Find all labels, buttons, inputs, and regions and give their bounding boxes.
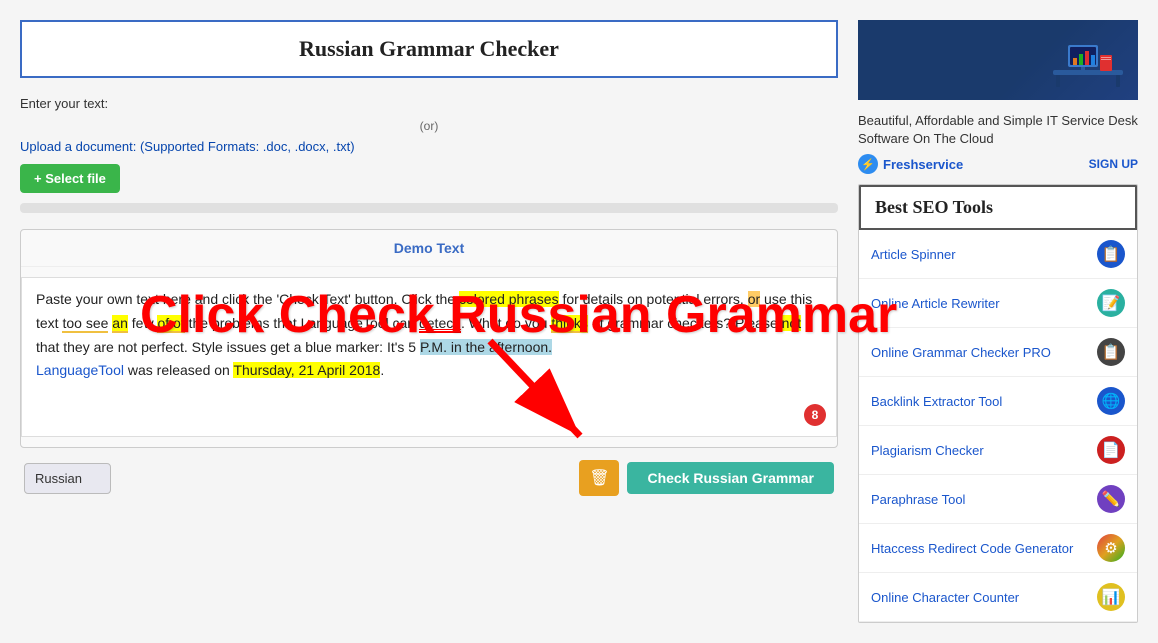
demo-highlighted-4: an — [112, 315, 128, 333]
seo-icon-3: 🌐 — [1097, 387, 1125, 415]
bottom-buttons: 🗑 Check Russian Grammar — [579, 460, 834, 496]
upload-row: Upload a document: (Supported Formats: .… — [20, 139, 838, 154]
brand-icon: ⚡ — [858, 154, 878, 174]
title-box: Russian Grammar Checker — [20, 20, 838, 78]
seo-link-6[interactable]: Htaccess Redirect Code Generator — [871, 541, 1097, 556]
demo-highlighted-8: not — [782, 315, 801, 331]
demo-text-line2: for details on potential errors. — [559, 291, 748, 307]
demo-highlighted-3: too see — [62, 315, 108, 333]
language-selector-wrapper: Russian — [24, 463, 111, 494]
demo-text-period: . — [380, 362, 384, 378]
seo-list-item[interactable]: Backlink Extractor Tool🌐 — [859, 377, 1137, 426]
seo-list-item[interactable]: Plagiarism Checker📄 — [859, 426, 1137, 475]
demo-highlighted-2: or — [748, 291, 760, 307]
progress-bar — [20, 203, 838, 213]
demo-highlighted-1: colored phrases — [459, 291, 559, 307]
seo-link-3[interactable]: Backlink Extractor Tool — [871, 394, 1097, 409]
bottom-bar: Russian 🗑 Check Russian Grammar — [20, 460, 838, 496]
seo-list-item[interactable]: Online Character Counter📊 — [859, 573, 1137, 622]
ad-title: Beautiful, Affordable and Simple IT Serv… — [858, 112, 1138, 148]
seo-icon-4: 📄 — [1097, 436, 1125, 464]
demo-highlighted-7: thinks — [551, 315, 588, 333]
seo-list-item[interactable]: Article Spinner📋 — [859, 230, 1137, 279]
demo-highlighted-9: P.M. in the afternoon. — [420, 339, 552, 355]
seo-icon-0: 📋 — [1097, 240, 1125, 268]
seo-link-7[interactable]: Online Character Counter — [871, 590, 1097, 605]
ad-brand: ⚡ Freshservice — [858, 154, 963, 174]
demo-highlighted-10: Thursday, 21 April 2018 — [233, 362, 380, 378]
demo-text-body[interactable]: Paste your own text here and click the '… — [21, 277, 837, 437]
seo-icon-7: 📊 — [1097, 583, 1125, 611]
or-label: (or) — [20, 119, 838, 133]
demo-text-line5: few — [128, 315, 158, 331]
seo-icon-1: 📝 — [1097, 289, 1125, 317]
demo-text-released: was released on — [124, 362, 233, 378]
demo-text-line8: . What do you — [461, 315, 551, 331]
trash-icon: 🗑 — [589, 468, 609, 488]
brand-name: Freshservice — [883, 157, 963, 172]
select-file-button[interactable]: + Select file — [20, 164, 120, 193]
error-badge: 8 — [804, 404, 826, 426]
language-select[interactable]: Russian — [24, 463, 111, 494]
seo-list-item[interactable]: Online Article Rewriter📝 — [859, 279, 1137, 328]
demo-text-line6: the prob — [185, 315, 240, 331]
demo-text-header: Demo Text — [21, 230, 837, 267]
ad-text-block: Beautiful, Affordable and Simple IT Serv… — [858, 106, 1138, 184]
check-grammar-button[interactable]: Check Russian Grammar — [627, 462, 834, 494]
demo-highlighted-5: of of — [157, 315, 184, 333]
seo-link-2[interactable]: Online Grammar Checker PRO — [871, 345, 1097, 360]
demo-text-languagetool: LanguageTool — [36, 362, 124, 378]
demo-highlighted-6: detecd — [419, 315, 461, 333]
demo-text-section: Demo Text Paste your own text here and c… — [20, 229, 838, 448]
seo-header: Best SEO Tools — [859, 185, 1137, 230]
seo-link-4[interactable]: Plagiarism Checker — [871, 443, 1097, 458]
upload-label: Upload a document: (Supported Formats: .… — [20, 139, 355, 154]
sidebar: Beautiful, Affordable and Simple IT Serv… — [858, 20, 1138, 623]
ad-brand-row: ⚡ Freshservice SIGN UP — [858, 154, 1138, 174]
demo-section-wrapper: Click Check Russian Grammar Demo Text Pa… — [20, 229, 838, 448]
seo-link-0[interactable]: Article Spinner — [871, 247, 1097, 262]
seo-icon-5: ✏️ — [1097, 485, 1125, 513]
seo-list: Article Spinner📋Online Article Rewriter📝… — [859, 230, 1137, 622]
page-wrapper: Russian Grammar Checker Enter your text:… — [0, 0, 1158, 643]
seo-box: Best SEO Tools Article Spinner📋Online Ar… — [858, 184, 1138, 623]
main-column: Russian Grammar Checker Enter your text:… — [20, 20, 838, 623]
enter-text-label: Enter your text: — [20, 96, 838, 111]
trash-button[interactable]: 🗑 — [579, 460, 619, 496]
ad-banner-inner — [858, 20, 1138, 100]
seo-icon-6: ⚙ — [1097, 534, 1125, 562]
seo-link-1[interactable]: Online Article Rewriter — [871, 296, 1097, 311]
demo-text-line7: lems that LanguageTool can — [240, 315, 419, 331]
seo-list-item[interactable]: Htaccess Redirect Code Generator⚙ — [859, 524, 1137, 573]
ad-banner — [858, 20, 1138, 100]
page-title: Russian Grammar Checker — [42, 36, 816, 62]
seo-link-5[interactable]: Paraphrase Tool — [871, 492, 1097, 507]
seo-list-item[interactable]: Paraphrase Tool✏️ — [859, 475, 1137, 524]
desk-illustration — [1048, 25, 1128, 95]
demo-text-line1: Paste your own text here and click the '… — [36, 291, 459, 307]
signup-link[interactable]: SIGN UP — [1089, 157, 1138, 171]
demo-text-line10: ease — [747, 315, 781, 331]
demo-text-line9: of grammar checkers? Pl — [588, 315, 748, 331]
seo-icon-2: 📋 — [1097, 338, 1125, 366]
seo-list-item[interactable]: Online Grammar Checker PRO📋 — [859, 328, 1137, 377]
demo-text-line11: that they are not perfect. Style issues … — [36, 339, 420, 355]
